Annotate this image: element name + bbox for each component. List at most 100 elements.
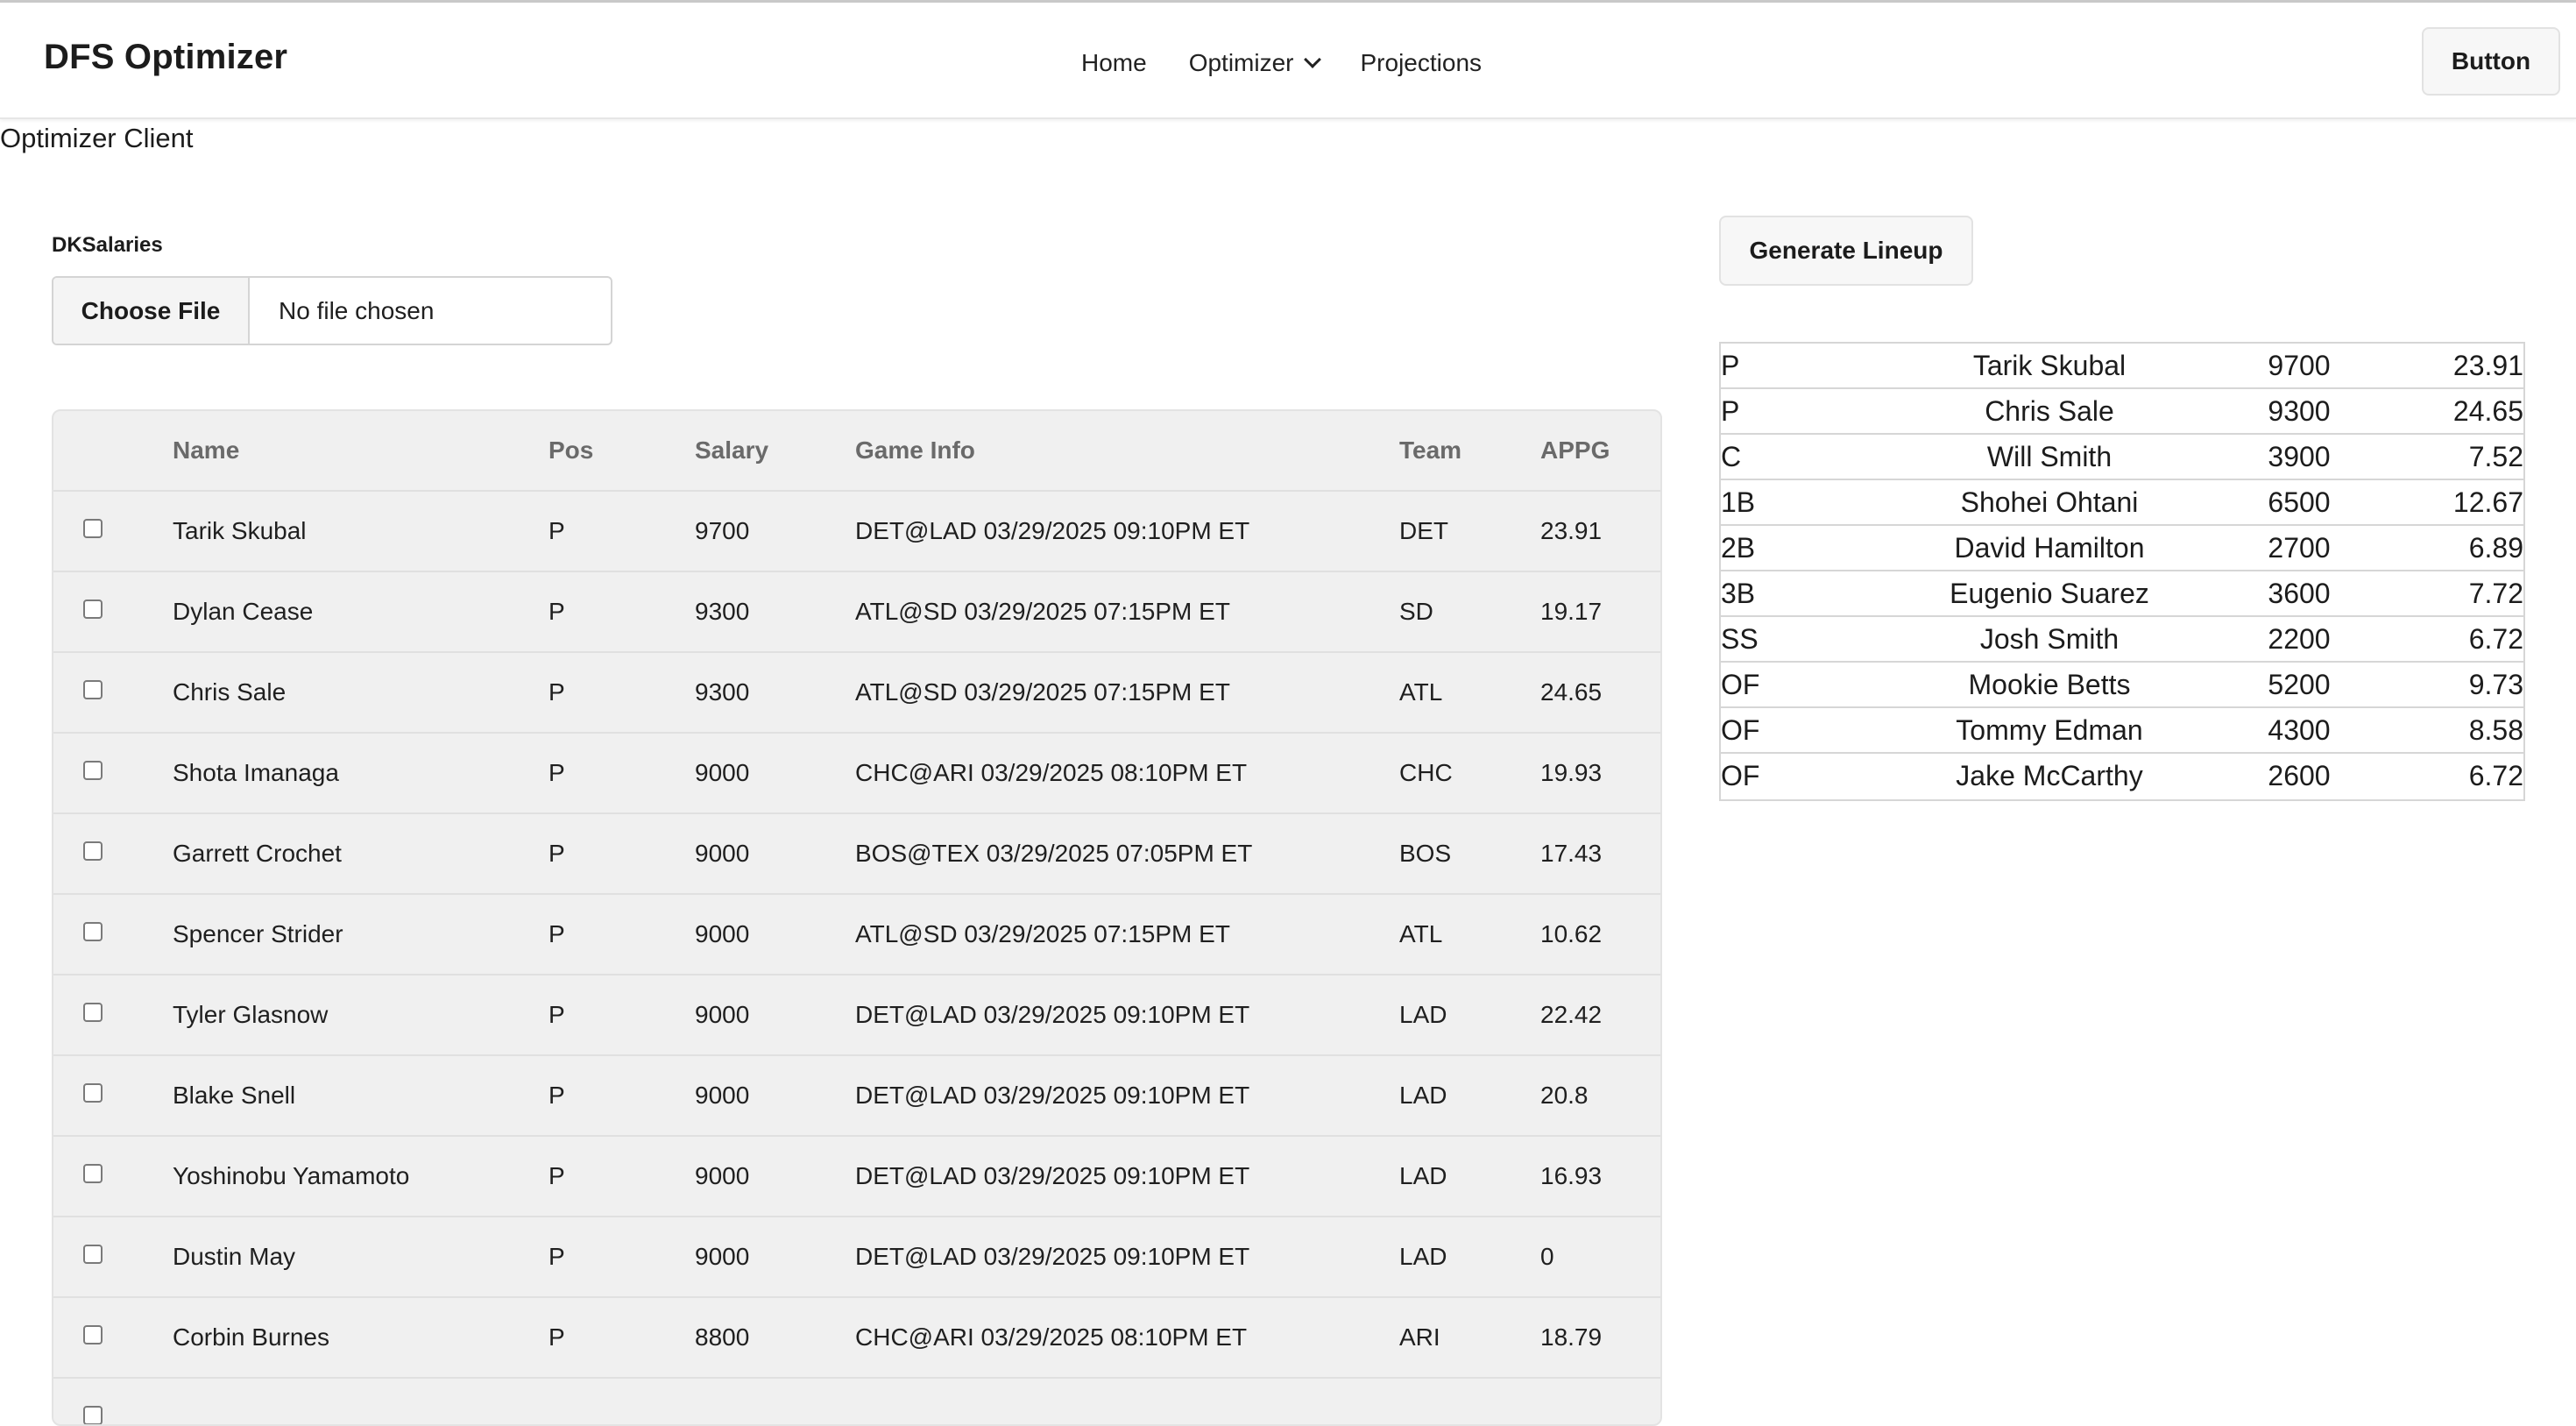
lineup-pos: SS [1721,623,1759,655]
row-select-checkbox[interactable] [83,1245,103,1264]
lineup-pos: P [1721,395,1740,427]
cell-appg: 22.42 [1540,1001,1603,1028]
lineup-name: Chris Sale [1985,395,2114,427]
cell-pos: P [548,678,565,706]
row-select-checkbox[interactable] [83,841,103,861]
cell-salary: 9000 [695,840,750,867]
column-header-pos[interactable]: Pos [548,411,593,490]
cell-appg: 10.62 [1540,920,1603,947]
nav-link-label: Optimizer [1188,49,1294,76]
row-select-checkbox[interactable] [83,519,103,538]
cell-team: BOS [1399,840,1452,867]
cell-game: ATL@SD 03/29/2025 07:15PM ET [855,598,1230,625]
cell-team: LAD [1399,1162,1447,1189]
row-select-checkbox[interactable] [83,1325,103,1344]
lineup-pos: 2B [1721,532,1756,564]
row-select-checkbox[interactable] [83,599,103,619]
nav-link-optimizer[interactable]: Optimizer [1188,49,1321,77]
cell-game: DET@LAD 03/29/2025 09:10PM ET [855,517,1250,544]
cell-pos: P [548,598,565,625]
cell-appg: 18.79 [1540,1323,1603,1351]
lineup-table: P Tarik Skubal 9700 23.91 P Chris Sale 9300 24.… [1719,342,2525,801]
table-row[interactable]: Blake Snell P 9000 DET@LAD 03/29/2025 09:10… [53,1056,1660,1137]
table-row[interactable]: Dustin May P 9000 DET@LAD 03/29/2025 09:10P… [53,1217,1660,1298]
cell-salary: 9000 [695,1082,750,1109]
page-title: Optimizer Client [0,123,194,153]
row-select-checkbox[interactable] [83,1083,103,1103]
table-row[interactable]: Spencer Strider P 9000 ATL@SD 03/29/2025 07… [53,895,1660,975]
lineup-salary: 3900 [2268,441,2331,472]
cell-team: LAD [1399,1243,1447,1270]
lineup-row: P Tarik Skubal 9700 23.91 [1721,344,2523,389]
generate-lineup-button[interactable]: Generate Lineup [1719,216,1973,286]
cell-appg: 23.91 [1540,517,1603,544]
cell-pos: P [548,1082,565,1109]
dksalaries-label: DKSalaries [52,233,163,257]
cell-team: ATL [1399,678,1443,706]
table-row[interactable]: Yoshinobu Yamamoto P 9000 DET@LAD 03/29/202… [53,1137,1660,1217]
file-status-text: No file chosen [279,296,435,324]
row-select-checkbox[interactable] [83,680,103,699]
brand-title[interactable]: DFS Optimizer [44,38,287,77]
cell-name: Garrett Crochet [173,840,342,867]
table-row[interactable]: Corbin Burnes P 8800 CHC@ARI 03/29/2025 08:… [53,1298,1660,1379]
lineup-points: 12.67 [2452,486,2523,518]
table-row[interactable]: Shota Imanaga P 9000 CHC@ARI 03/29/2025 08:… [53,734,1660,814]
column-header-team[interactable]: Team [1399,411,1461,490]
nav-button[interactable]: Button [2422,27,2560,96]
cell-name: Spencer Strider [173,920,343,947]
nav-link-projections[interactable]: Projections [1361,49,1483,77]
cell-appg: 16.93 [1540,1162,1603,1189]
table-row[interactable] [53,1379,1660,1424]
column-header-name[interactable]: Name [173,411,239,490]
lineup-row: 1B Shohei Ohtani 6500 12.67 [1721,480,2523,526]
lineup-row: 3B Eugenio Suarez 3600 7.72 [1721,571,2523,617]
table-row[interactable]: Garrett Crochet P 9000 BOS@TEX 03/29/2025 0… [53,814,1660,895]
table-row[interactable]: Tyler Glasnow P 9000 DET@LAD 03/29/2025 09:… [53,975,1660,1056]
cell-salary: 9300 [695,678,750,706]
lineup-salary: 3600 [2268,578,2331,609]
table-row[interactable]: Tarik Skubal P 9700 DET@LAD 03/29/2025 09:1… [53,492,1660,572]
cell-salary: 9000 [695,1001,750,1028]
lineup-pos: OF [1721,714,1760,746]
lineup-name: Mookie Betts [1968,669,2131,700]
choose-file-button[interactable]: Choose File [53,278,250,344]
lineup-name: Tommy Edman [1956,714,2143,746]
lineup-points: 23.91 [2452,350,2523,381]
cell-name: Corbin Burnes [173,1323,329,1351]
cell-appg: 20.8 [1540,1082,1589,1109]
table-row[interactable]: Chris Sale P 9300 ATL@SD 03/29/2025 07:15PM… [53,653,1660,734]
lineup-pos: 1B [1721,486,1756,518]
lineup-name: Jake McCarthy [1956,760,2143,791]
cell-salary: 9000 [695,1162,750,1189]
lineup-pos: P [1721,350,1740,381]
column-header-salary[interactable]: Salary [695,411,768,490]
row-select-checkbox[interactable] [83,761,103,780]
table-row[interactable]: Dylan Cease P 9300 ATL@SD 03/29/2025 07:15P… [53,572,1660,653]
cell-pos: P [548,759,565,786]
chevron-down-icon [1303,51,1321,68]
row-select-checkbox[interactable] [83,922,103,941]
nav-link-label: Projections [1360,49,1483,76]
lineup-name: Josh Smith [1979,623,2120,655]
cell-team: SD [1399,598,1433,625]
cell-pos: P [548,1243,565,1270]
cell-game: DET@LAD 03/29/2025 09:10PM ET [855,1001,1250,1028]
lineup-name: Eugenio Suarez [1950,578,2149,609]
lineup-pos: OF [1721,760,1760,791]
column-header-game-info[interactable]: Game Info [855,411,975,490]
row-select-checkbox[interactable] [83,1164,103,1183]
lineup-points: 6.72 [2468,623,2523,655]
file-upload-input[interactable]: Choose File No file chosen [52,276,612,345]
cell-name: Yoshinobu Yamamoto [173,1162,410,1189]
nav-link-home[interactable]: Home [1081,49,1147,77]
cell-name: Dylan Cease [173,598,314,625]
row-select-checkbox[interactable] [83,1406,103,1424]
column-header-appg[interactable]: APPG [1540,411,1610,490]
cell-name: Tarik Skubal [173,517,307,544]
lineup-points: 24.65 [2452,395,2523,427]
row-select-checkbox[interactable] [83,1003,103,1022]
cell-name: Blake Snell [173,1082,296,1109]
lineup-name: Shohei Ohtani [1960,486,2139,518]
cell-name: Shota Imanaga [173,759,339,786]
